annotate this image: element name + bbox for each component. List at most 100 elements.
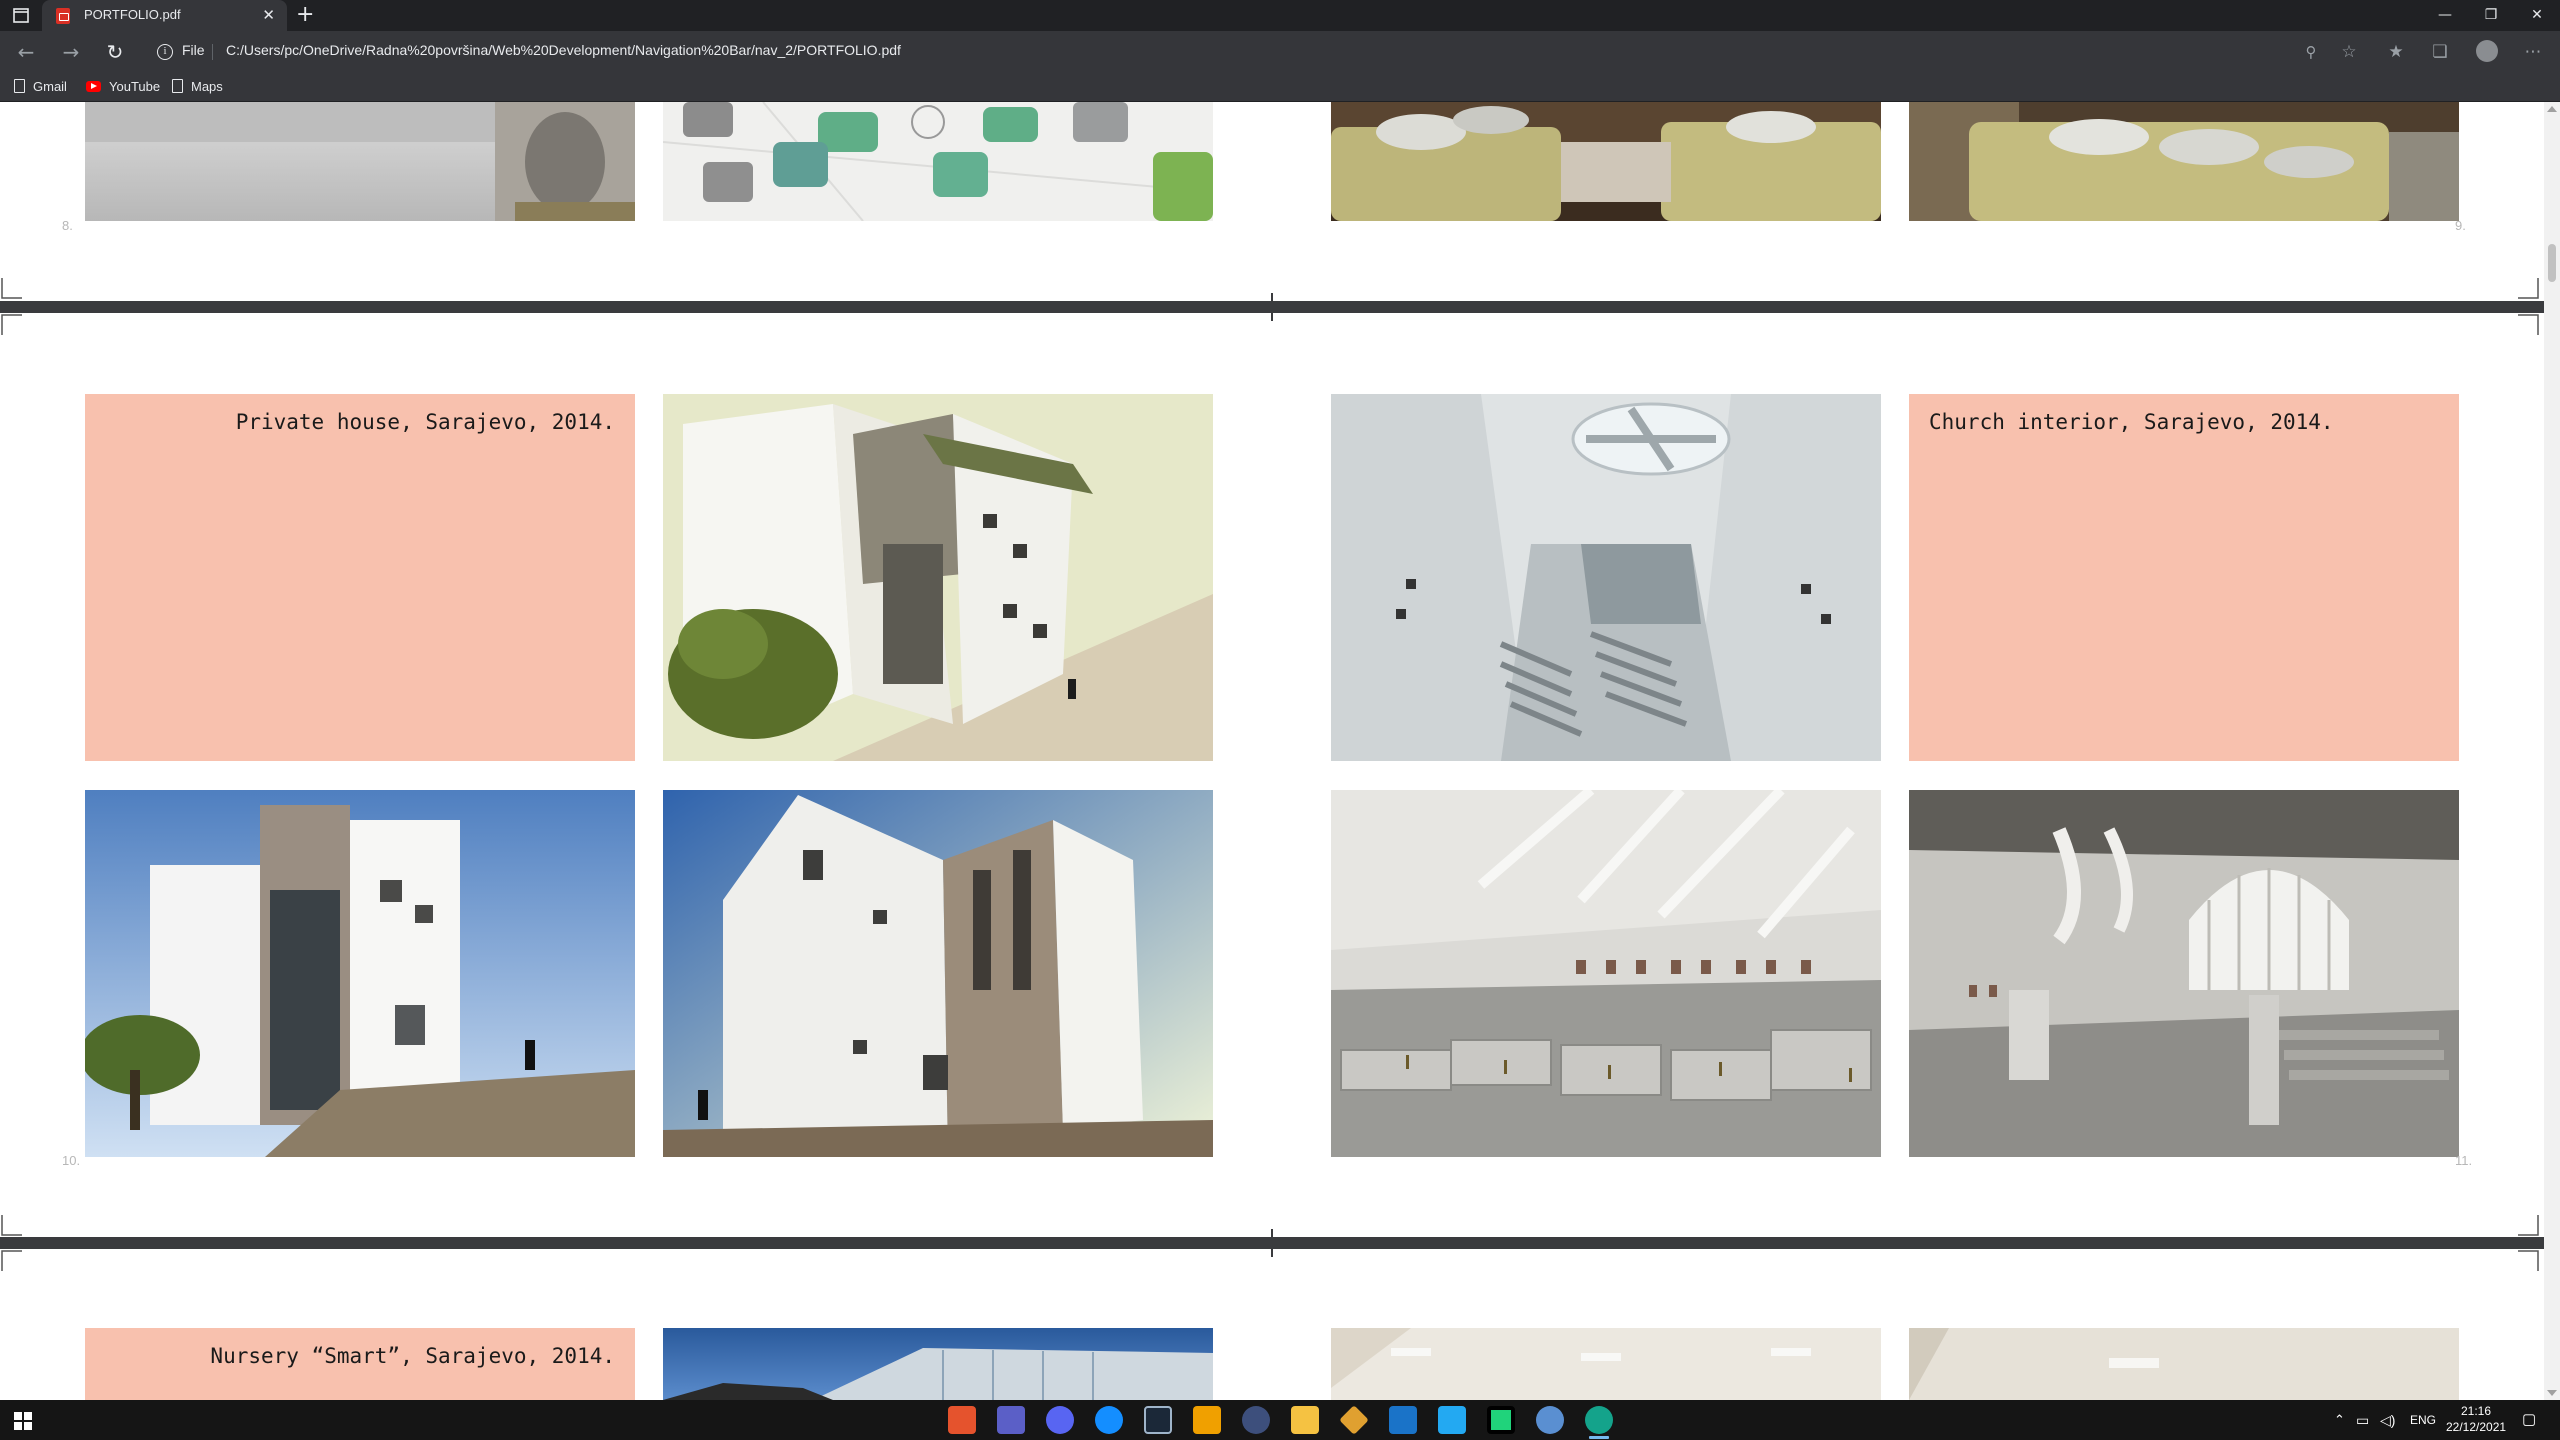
file-explorer-icon[interactable] [1291,1406,1319,1434]
nursery-interior-render-1 [1331,1328,1881,1400]
rockstar-icon[interactable] [1193,1406,1221,1434]
pycharm-icon[interactable] [1487,1406,1515,1434]
page-number-left: 8. [62,218,73,233]
maximize-button[interactable]: ❐ [2468,0,2514,31]
battlenet-icon[interactable] [1095,1406,1123,1434]
scrollbar-thumb[interactable] [2548,244,2556,282]
bookmark-gmail[interactable]: Gmail [14,76,67,96]
caption-panel-private-house: Private house, Sarajevo, 2014. [85,394,635,761]
address-bar-url[interactable]: C:/Users/pc/OneDrive/Radna%20površina/We… [226,42,901,58]
tab-title: PORTFOLIO.pdf [84,7,181,22]
discord-icon[interactable] [1046,1406,1074,1434]
church-aerial-render [1331,394,1881,761]
caption-panel-church: Church interior, Sarajevo, 2014. [1909,394,2459,761]
private-house-side-photo [663,790,1213,1157]
living-room-photo-2 [1909,102,2459,221]
church-nave-photo [1331,790,1881,1157]
scheme-label: File [182,42,205,58]
clock[interactable]: 21:16 22/12/2021 [2446,1400,2506,1440]
favorites-icon[interactable]: ★ [2383,39,2409,65]
scroll-up-arrow-icon[interactable] [2547,106,2557,112]
private-house-front-render [85,790,635,1157]
new-tab-button[interactable]: + [296,2,314,27]
crop-mark [2518,1250,2539,1271]
youtube-icon [86,80,101,92]
church-altar-render [1909,790,2459,1157]
tab-portfolio-pdf[interactable]: PORTFOLIO.pdf ✕ [42,0,287,31]
private-house-aerial-photo [663,394,1213,761]
crop-mark [1,278,22,299]
tab-close-icon[interactable]: ✕ [262,6,275,24]
window-menu-icon[interactable] [10,6,36,26]
vscode-icon[interactable] [1438,1406,1466,1434]
scroll-down-arrow-icon[interactable] [2547,1390,2557,1396]
close-window-button[interactable]: ✕ [2514,0,2560,31]
page-number-right: 9. [2455,218,2466,233]
nursery-exterior-render [663,1328,1213,1400]
teams-icon[interactable] [997,1406,1025,1434]
collections-icon[interactable]: ❏ [2427,39,2453,65]
church-aerial-photo [1331,394,1881,761]
minimize-button[interactable]: — [2422,0,2468,31]
document-icon [14,79,25,93]
clock-time: 21:16 [2460,1404,2492,1418]
add-favorite-icon[interactable]: ☆ [2336,39,2362,65]
forward-button[interactable]: → [57,38,85,66]
lounge-render [663,102,1213,221]
document-icon [172,79,183,93]
crop-mark [2518,278,2539,299]
bookmark-label: YouTube [109,78,161,94]
browser-toolbar: ← → ↻ i File C:/Users/pc/OneDrive/Radna%… [0,31,2560,71]
bookmark-maps[interactable]: Maps [172,76,223,96]
crop-mark [1,1250,22,1271]
living-room-render-1 [1331,102,1881,221]
profile-avatar[interactable] [2476,40,2498,62]
page-number-right: 11. [2455,1153,2473,1168]
nursery-exterior-photo [663,1328,1213,1400]
tray-overflow-icon[interactable]: ⌃ [2334,1400,2345,1440]
lounge-photo [663,102,1213,221]
windows-taskbar: ⌃ ▭ ◁) ENG 21:16 22/12/2021 ▢ [0,1400,2560,1440]
windows-start-icon[interactable] [14,1412,32,1430]
language-indicator[interactable]: ENG [2410,1400,2436,1440]
crop-mark [1,1215,22,1236]
caption-nursery: Nursery “Smart”, Sarajevo, 2014. [210,1344,615,1368]
fold-mark [1271,1229,1273,1257]
living-room-photo-1 [1331,102,1881,221]
brave-icon[interactable] [948,1406,976,1434]
rstudio-icon[interactable] [1536,1406,1564,1434]
pdf-icon [56,8,70,24]
steam-icon[interactable] [1144,1406,1172,1434]
crop-mark [1,314,22,335]
nursery-interior-render-2 [1909,1328,2459,1400]
church-nave-render [1331,790,1881,1157]
bookmark-youtube[interactable]: YouTube [86,76,160,96]
bookmark-label: Gmail [33,78,67,94]
mail-icon[interactable] [1389,1406,1417,1434]
lobby-photo [85,102,635,221]
crop-mark [2518,314,2539,335]
private-house-front-photo [85,790,635,1157]
back-button[interactable]: ← [12,38,40,66]
zoom-icon[interactable]: ⚲ [2298,39,2324,65]
pdf-viewer[interactable]: 8. 9. Private house, Sarajevo, 2014. Chu… [0,102,2560,1400]
edge-icon[interactable] [1585,1406,1613,1439]
git-icon[interactable] [1339,1405,1369,1435]
obs-icon[interactable] [1242,1406,1270,1434]
volume-icon[interactable]: ◁) [2380,1400,2395,1440]
fold-mark [1271,293,1273,321]
nursery-interior-photo-1 [1331,1328,1881,1400]
reload-button[interactable]: ↻ [101,38,129,66]
network-icon[interactable]: ▭ [2356,1400,2369,1440]
bookmarks-bar: Gmail YouTube Maps [0,71,2560,102]
caption-church: Church interior, Sarajevo, 2014. [1929,410,2334,434]
site-info-icon[interactable]: i [157,44,173,60]
nursery-interior-photo-2 [1909,1328,2459,1400]
pdf-vertical-scrollbar[interactable] [2544,102,2560,1400]
living-room-render-2 [1909,102,2459,221]
caption-private-house: Private house, Sarajevo, 2014. [235,410,615,434]
notifications-icon[interactable]: ▢ [2522,1400,2536,1440]
settings-more-icon[interactable]: ⋯ [2520,39,2546,65]
clock-date: 22/12/2021 [2446,1420,2507,1434]
page-number-left: 10. [62,1153,81,1168]
